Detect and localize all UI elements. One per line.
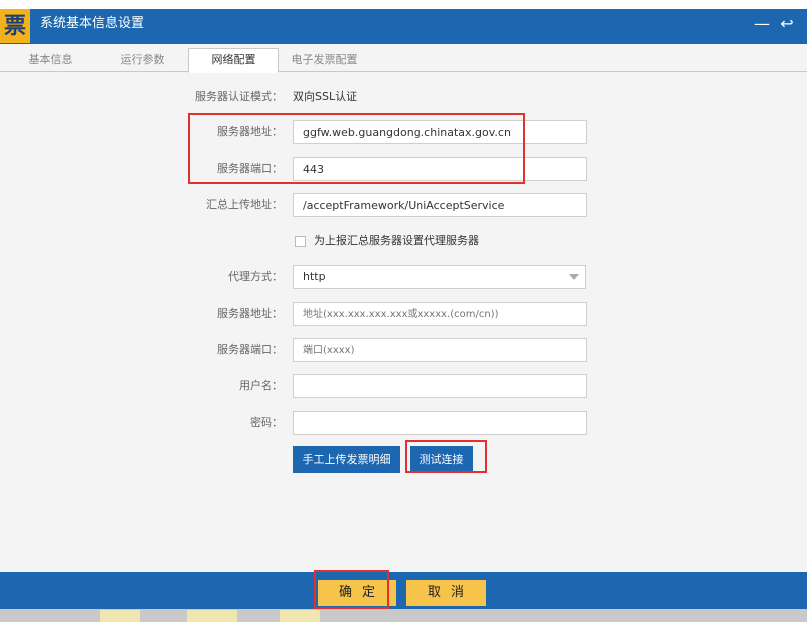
username-label: 用户名： [239, 379, 283, 392]
username-input[interactable] [293, 374, 587, 398]
manual-upload-button[interactable]: 手工上传发票明细 [293, 446, 400, 473]
proxy-server-port-input[interactable] [293, 338, 587, 362]
tab-runtime-params[interactable]: 运行参数 [100, 49, 185, 72]
tab-network-config[interactable]: 网络配置 [188, 48, 279, 73]
chevron-down-icon [569, 274, 579, 280]
proxy-checkbox-label[interactable]: 为上报汇总服务器设置代理服务器 [314, 230, 479, 252]
bottom-strip-segment [280, 610, 320, 622]
tab-e-invoice-config[interactable]: 电子发票配置 [282, 49, 367, 72]
app-logo-icon: 票 [0, 9, 30, 43]
back-icon[interactable]: ↩ [777, 13, 797, 35]
auth-mode-label: 服务器认证模式： [195, 90, 283, 103]
top-strip [0, 0, 807, 9]
tab-bar: 基本信息 运行参数 网络配置 电子发票配置 [0, 44, 807, 73]
proxy-checkbox[interactable] [295, 236, 306, 247]
highlight-test-button [405, 440, 487, 473]
cancel-button[interactable]: 取消 [406, 580, 486, 606]
upload-address-label: 汇总上传地址： [206, 198, 283, 211]
password-input[interactable] [293, 411, 587, 435]
tab-basic-info[interactable]: 基本信息 [8, 49, 93, 72]
proxy-server-port-label: 服务器端口： [217, 343, 283, 356]
proxy-mode-select[interactable]: http [293, 265, 586, 289]
highlight-server-box [188, 113, 525, 184]
bottom-strip-segment [187, 610, 237, 622]
window-title: 系统基本信息设置 [40, 16, 145, 31]
upload-address-input[interactable] [293, 193, 587, 217]
proxy-server-address-label: 服务器地址： [217, 307, 283, 320]
proxy-server-address-input[interactable] [293, 302, 587, 326]
auth-mode-value: 双向SSL认证 [293, 90, 358, 103]
bottom-strip-segment [100, 610, 140, 622]
minimize-icon[interactable]: — [752, 13, 772, 35]
proxy-mode-value: http [303, 270, 326, 283]
highlight-confirm-button [314, 570, 389, 609]
password-label: 密码： [250, 416, 283, 429]
proxy-mode-label: 代理方式： [228, 270, 283, 283]
